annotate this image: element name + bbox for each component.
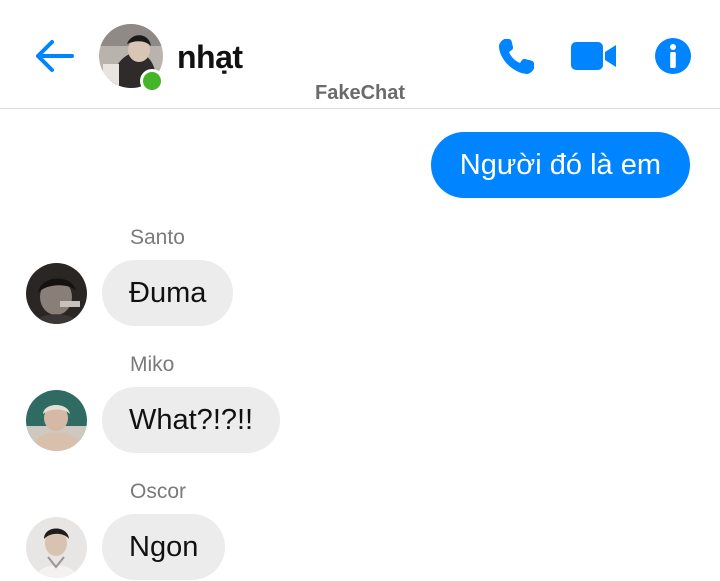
sender-avatar[interactable]: [26, 517, 87, 578]
video-camera-icon: [571, 42, 616, 70]
sender-name: Santo: [130, 226, 185, 249]
incoming-message-bubble[interactable]: Ngon: [102, 514, 226, 580]
back-arrow-icon: [36, 40, 74, 72]
contact-name[interactable]: nhạt: [177, 37, 243, 77]
app-watermark: FakeChat: [314, 82, 406, 104]
sender-name: Miko: [130, 353, 175, 376]
incoming-message-bubble[interactable]: Đuma: [102, 260, 234, 326]
info-icon: [655, 38, 691, 74]
sender-name: Oscor: [130, 480, 187, 503]
back-button[interactable]: [30, 36, 78, 76]
info-button[interactable]: [652, 36, 694, 76]
phone-icon: [499, 39, 534, 74]
video-call-button[interactable]: [568, 36, 618, 76]
sender-avatar[interactable]: [26, 390, 87, 451]
outgoing-message-bubble[interactable]: Người đó là em: [430, 132, 690, 198]
incoming-message-bubble[interactable]: What?!?!!: [102, 387, 281, 453]
sender-avatar[interactable]: [26, 263, 87, 324]
call-button[interactable]: [496, 36, 540, 76]
chat-header: nhạt FakeChat: [0, 0, 720, 109]
